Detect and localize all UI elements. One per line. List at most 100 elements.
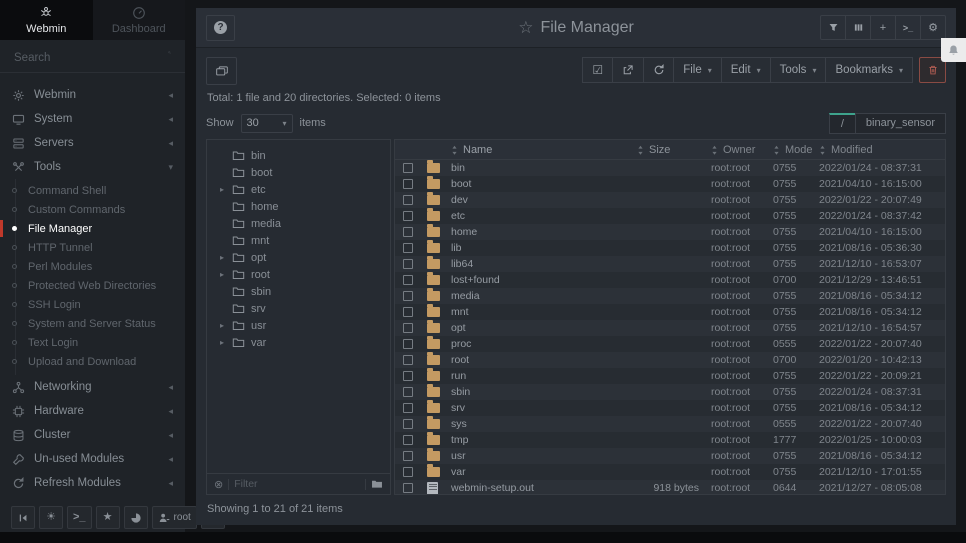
clear-filter-icon[interactable]: ⊗	[214, 478, 223, 491]
column-header-modified[interactable]: Modified	[819, 144, 945, 156]
row-checkbox[interactable]	[403, 355, 413, 365]
favorites-button[interactable]: ★	[96, 506, 120, 529]
file-name[interactable]: lib	[451, 242, 611, 254]
sidebar-submenu-item[interactable]: Protected Web Directories	[0, 276, 185, 295]
table-row[interactable]: lib64 root:root 0755 2021/12/10 - 16:53:…	[395, 256, 945, 272]
sidebar-menu-item[interactable]: Cluster ◂	[0, 423, 185, 447]
collapse-sidebar-button[interactable]	[11, 506, 35, 529]
tree-item[interactable]: ▸ usr	[207, 317, 390, 334]
row-checkbox[interactable]	[403, 211, 413, 221]
expand-arrow-icon[interactable]: ▸	[218, 253, 226, 262]
table-row[interactable]: home root:root 0755 2021/04/10 - 16:15:0…	[395, 224, 945, 240]
tree-item[interactable]: ▸ srv	[207, 300, 390, 317]
shell-button[interactable]: >_	[895, 15, 921, 40]
table-row[interactable]: webmin-setup.out 918 bytes root:root 064…	[395, 480, 945, 494]
row-checkbox[interactable]	[403, 467, 413, 477]
table-row[interactable]: root root:root 0700 2022/01/20 - 10:42:1…	[395, 352, 945, 368]
row-checkbox[interactable]	[403, 451, 413, 461]
search-input[interactable]	[14, 52, 168, 64]
file-name[interactable]: media	[451, 290, 611, 302]
sidebar-submenu-item[interactable]: System and Server Status	[0, 314, 185, 333]
table-row[interactable]: lib root:root 0755 2021/08/16 - 05:36:30	[395, 240, 945, 256]
file-name[interactable]: etc	[451, 210, 611, 222]
refresh-button[interactable]	[643, 57, 675, 83]
tab-dashboard[interactable]: Dashboard	[93, 0, 186, 40]
folder-icon[interactable]	[371, 479, 383, 489]
toolbar-menu-button[interactable]: Edit ▾	[721, 57, 771, 83]
sidebar-submenu-item[interactable]: Custom Commands	[0, 200, 185, 219]
table-row[interactable]: usr root:root 0755 2021/08/16 - 05:34:12	[395, 448, 945, 464]
toolbar-menu-button[interactable]: Bookmarks ▾	[825, 57, 913, 83]
tree-item[interactable]: ▸ media	[207, 215, 390, 232]
help-button[interactable]: ?	[206, 15, 235, 41]
sidebar-submenu-item[interactable]: Perl Modules	[0, 257, 185, 276]
select-view-button[interactable]	[206, 57, 237, 85]
file-name[interactable]: lib64	[451, 258, 611, 270]
add-button[interactable]: +	[870, 15, 896, 40]
file-name[interactable]: home	[451, 226, 611, 238]
toolbar-menu-button[interactable]: Tools ▾	[770, 57, 827, 83]
column-header-owner[interactable]: Owner	[711, 144, 773, 156]
sidebar-submenu-item[interactable]: Text Login	[0, 333, 185, 352]
file-name[interactable]: sbin	[451, 386, 611, 398]
table-row[interactable]: run root:root 0755 2022/01/22 - 20:09:21	[395, 368, 945, 384]
table-row[interactable]: tmp root:root 1777 2022/01/25 - 10:00:03	[395, 432, 945, 448]
row-checkbox[interactable]	[403, 435, 413, 445]
row-checkbox[interactable]	[403, 195, 413, 205]
table-row[interactable]: sys root:root 0555 2022/01/22 - 20:07:40	[395, 416, 945, 432]
breadcrumb-current[interactable]: binary_sensor	[855, 113, 946, 134]
row-checkbox[interactable]	[403, 419, 413, 429]
file-name[interactable]: srv	[451, 402, 611, 414]
column-header-size[interactable]: Size	[611, 144, 711, 156]
tree-item[interactable]: ▸ root	[207, 266, 390, 283]
export-button[interactable]	[612, 57, 644, 83]
row-checkbox[interactable]	[403, 339, 413, 349]
sidebar-menu-item[interactable]: Un-used Modules ◂	[0, 447, 185, 471]
table-row[interactable]: opt root:root 0755 2021/12/10 - 16:54:57	[395, 320, 945, 336]
table-row[interactable]: srv root:root 0755 2021/08/16 - 05:34:12	[395, 400, 945, 416]
table-row[interactable]: etc root:root 0755 2022/01/24 - 08:37:42	[395, 208, 945, 224]
row-checkbox[interactable]	[403, 307, 413, 317]
terminal-button[interactable]: >_	[67, 506, 92, 529]
expand-arrow-icon[interactable]: ▸	[218, 338, 226, 347]
select-all-button[interactable]: ☑	[582, 57, 613, 83]
toolbar-menu-button[interactable]: File ▾	[673, 57, 722, 83]
row-checkbox[interactable]	[403, 243, 413, 253]
notifications-tab[interactable]	[941, 38, 966, 62]
row-checkbox[interactable]	[403, 259, 413, 269]
file-name[interactable]: var	[451, 466, 611, 478]
file-name[interactable]: proc	[451, 338, 611, 350]
settings-button[interactable]: ⚙	[920, 15, 946, 40]
tree-item[interactable]: ▸ home	[207, 198, 390, 215]
sidebar-submenu-item[interactable]: Command Shell	[0, 181, 185, 200]
column-header-mode[interactable]: Mode	[773, 144, 819, 156]
table-row[interactable]: lost+found root:root 0700 2021/12/29 - 1…	[395, 272, 945, 288]
expand-arrow-icon[interactable]: ▸	[218, 270, 226, 279]
row-checkbox[interactable]	[403, 163, 413, 173]
table-row[interactable]: var root:root 0755 2021/12/10 - 17:01:55	[395, 464, 945, 480]
file-name[interactable]: bin	[451, 162, 611, 174]
row-checkbox[interactable]	[403, 323, 413, 333]
row-checkbox[interactable]	[403, 387, 413, 397]
file-name[interactable]: boot	[451, 178, 611, 190]
theme-brightness-button[interactable]: ☀	[39, 506, 63, 529]
sidebar-submenu-item[interactable]: Upload and Download	[0, 352, 185, 371]
tree-item[interactable]: ▸ sbin	[207, 283, 390, 300]
tree-item[interactable]: ▸ mnt	[207, 232, 390, 249]
sidebar-menu-item[interactable]: Servers ◂	[0, 131, 185, 155]
sidebar-menu-item[interactable]: Hardware ◂	[0, 399, 185, 423]
tree-item[interactable]: ▸ etc	[207, 181, 390, 198]
items-per-page-select[interactable]: 30 ▾	[241, 114, 293, 133]
columns-button[interactable]	[845, 15, 871, 40]
sidebar-menu-item[interactable]: Webmin ◂	[0, 83, 185, 107]
sidebar-submenu-item[interactable]: File Manager	[0, 219, 185, 238]
table-row[interactable]: boot root:root 0755 2021/04/10 - 16:15:0…	[395, 176, 945, 192]
file-name[interactable]: tmp	[451, 434, 611, 446]
tree-item[interactable]: ▸ bin	[207, 147, 390, 164]
tree-item[interactable]: ▸ opt	[207, 249, 390, 266]
file-name[interactable]: mnt	[451, 306, 611, 318]
row-checkbox[interactable]	[403, 483, 413, 493]
table-row[interactable]: dev root:root 0755 2022/01/22 - 20:07:49	[395, 192, 945, 208]
sidebar-menu-item[interactable]: Refresh Modules ◂	[0, 471, 185, 495]
row-checkbox[interactable]	[403, 275, 413, 285]
